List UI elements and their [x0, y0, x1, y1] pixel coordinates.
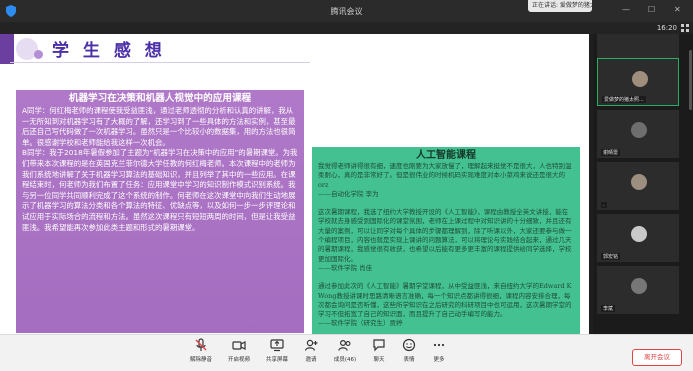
speaking-notice: 正在讲话: 爱做梦的猪太照... [528, 0, 592, 12]
participant-name: 李斌 [601, 305, 616, 312]
video-icon [232, 341, 246, 350]
minimize-icon[interactable]: — [622, 5, 630, 14]
video-label: 开启视频 [227, 357, 250, 363]
participant-tile[interactable]: . [597, 162, 679, 210]
close-icon[interactable]: ✕ [674, 5, 681, 14]
ml-course-title: 机器学习在决策和机器人视觉中的应用课程 [68, 93, 252, 104]
slide-heading: 学 生 感 想 [52, 41, 166, 61]
members-icon [338, 339, 351, 351]
participant-tile[interactable]: 李斌 [597, 266, 679, 314]
heading-divider [10, 62, 310, 63]
more-label: 更多 [433, 357, 445, 363]
ai-feedback-3: 通过参加此次的《人工智能》暑期学堂课程，从中受益匪浅，来自纽约大学的Edward… [318, 282, 572, 328]
chat-icon [373, 339, 385, 352]
invite-icon [304, 339, 318, 351]
mute-button[interactable]: 解除静音 [181, 338, 221, 363]
invite-label: 邀请 [305, 357, 317, 363]
emoji-label: 表情 [403, 357, 415, 363]
more-icon [433, 343, 445, 347]
clock: 16:20 [656, 24, 677, 32]
leave-meeting-button[interactable]: 离开会议 [632, 349, 682, 366]
title-bar: 腾讯会议 正在讲话: 爱做梦的猪太照... — ☐ ✕ [0, 0, 693, 22]
participant-tile[interactable]: 郭宏铭 [597, 214, 679, 262]
avatar [632, 71, 648, 87]
avatar [631, 174, 647, 190]
participant-name: 谢晴雷 [601, 149, 621, 156]
decoration-bar [0, 34, 14, 64]
maximize-icon[interactable]: ☐ [648, 5, 655, 14]
emoji-icon [402, 338, 416, 352]
share-label: 共享屏幕 [265, 357, 288, 363]
avatar [631, 278, 647, 294]
sidebar-scrollbar[interactable] [689, 50, 692, 110]
participant-name: 爱做梦的猪太照... [602, 96, 646, 103]
ml-feedback-a: A同学：何红梅老师的课程使我受益匪浅，通过老师透彻的分析和认真的讲解，我从一无所… [22, 106, 296, 147]
chat-label: 聊天 [373, 357, 385, 363]
shared-screen: 学 生 感 想 机器学习在决策和机器人视觉中的应用课程 A同学：何红梅老师的课程… [0, 34, 589, 334]
participant-sidebar: 爱做梦的猪太照... 谢晴雷 . 郭宏铭 李斌 [593, 34, 693, 334]
ml-course-feedback: 机器学习在决策和机器人视觉中的应用课程 A同学：何红梅老师的课程使我受益匪浅，通… [16, 90, 304, 333]
more-button[interactable]: 更多 [419, 338, 459, 363]
mic-off-icon [195, 338, 207, 351]
ai-feedback-1: 我觉得老师讲得很有细，速度也刚要为大家放慢了，理解起来挺觉不是很大，人也特别温柔… [318, 162, 572, 198]
participant-name: 郭宏铭 [601, 253, 621, 260]
avatar [631, 226, 647, 242]
ai-feedback-2: 这次暑期课程，我选了纽约大学教授开设的《人工智能》，课程由教授全英文讲授，能在学… [318, 208, 572, 272]
decoration-dot [34, 50, 43, 59]
mute-label: 解除静音 [189, 357, 212, 363]
ai-course-title: 人工智能课程 [416, 150, 476, 161]
avatar [631, 122, 647, 138]
participant-name: . [601, 202, 607, 208]
meeting-info-bar [0, 22, 693, 34]
ai-course-feedback: 人工智能课程 我觉得老师讲得很有细，速度也刚要为大家放慢了，理解起来挺觉不是很大… [312, 147, 580, 334]
ml-feedback-b: B同学：我于2018年暑假参加了主题为“机器学习在决策中的应用”的暑期课堂。为我… [22, 148, 298, 232]
members-label: 成员(46) [333, 357, 357, 363]
share-icon [270, 339, 284, 352]
participant-tile[interactable]: 谢晴雷 [597, 110, 679, 158]
grid-icon[interactable] [681, 24, 689, 32]
video-button[interactable]: 开启视频 [219, 338, 259, 363]
participant-tile[interactable]: 爱做梦的猪太照... [597, 58, 679, 106]
